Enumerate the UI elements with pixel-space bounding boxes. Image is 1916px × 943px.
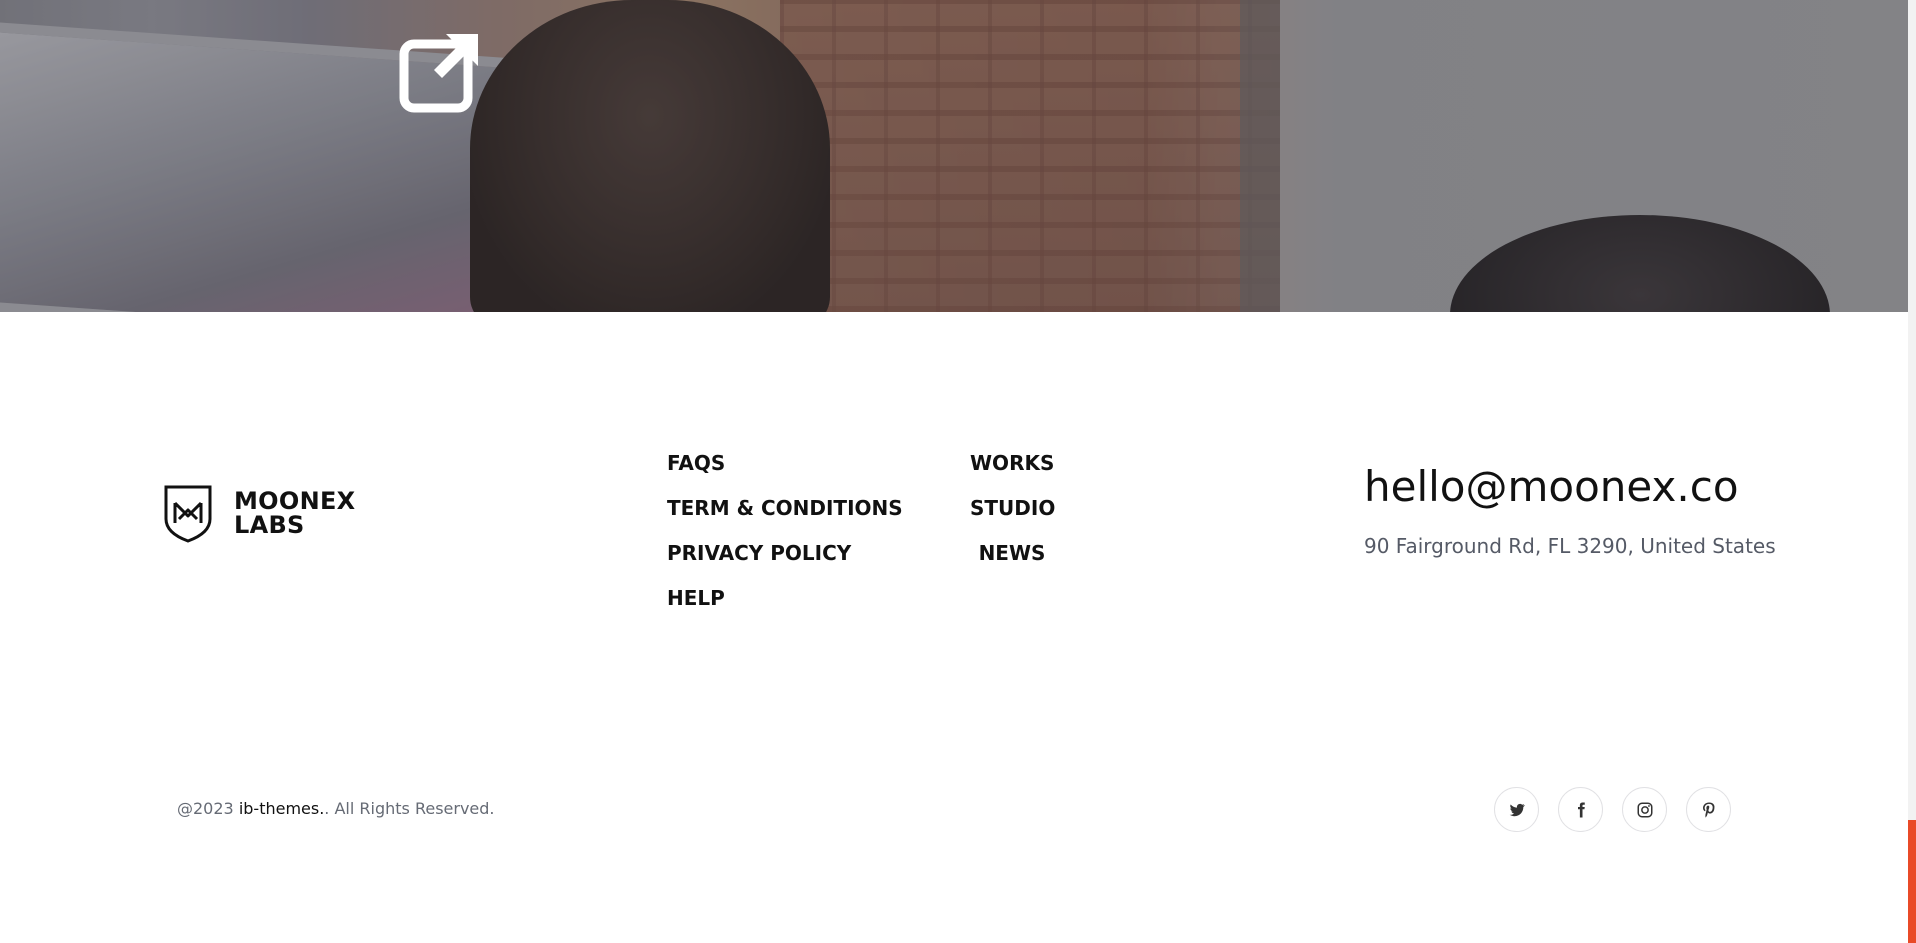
footer: [0, 312, 1908, 943]
copyright-brand-link[interactable]: ib-themes.: [239, 799, 324, 818]
link-faqs[interactable]: FAQS: [667, 448, 903, 493]
link-studio[interactable]: STUDIO: [970, 493, 1055, 538]
footer-logo[interactable]: MOONEX LABS: [162, 483, 355, 543]
contact-block: hello@moonex.co 90 Fairground Rd, FL 329…: [1364, 462, 1776, 558]
link-help[interactable]: HELP: [667, 583, 903, 628]
contact-address: 90 Fairground Rd, FL 3290, United States: [1364, 534, 1776, 558]
copyright-suffix: . All Rights Reserved.: [324, 799, 495, 818]
hero-overlay: [0, 0, 1908, 312]
twitter-icon: [1509, 803, 1525, 816]
facebook-button[interactable]: [1558, 787, 1603, 832]
social-links: [1494, 787, 1731, 832]
instagram-icon: [1637, 802, 1652, 817]
scrollbar-thumb[interactable]: [1908, 820, 1916, 943]
logo-line-1: MOONEX: [234, 487, 356, 515]
instagram-button[interactable]: [1622, 787, 1667, 832]
footer-nav-col-2: WORKS STUDIO NEWS: [970, 448, 1055, 583]
copyright: @2023 ib-themes.. All Rights Reserved.: [177, 799, 495, 818]
link-works[interactable]: WORKS: [970, 448, 1054, 493]
link-terms[interactable]: TERM & CONDITIONS: [667, 493, 903, 538]
pinterest-icon: [1702, 802, 1714, 817]
copyright-prefix: @2023: [177, 799, 239, 818]
contact-email[interactable]: hello@moonex.co: [1364, 462, 1776, 512]
shield-m-logo-icon: [164, 485, 212, 543]
footer-nav-col-1: FAQS TERM & CONDITIONS PRIVACY POLICY HE…: [667, 448, 903, 628]
logo-line-2: LABS: [234, 511, 305, 539]
link-privacy-policy[interactable]: PRIVACY POLICY: [667, 538, 903, 583]
logo-text: MOONEX LABS: [234, 489, 355, 537]
link-news[interactable]: NEWS: [970, 538, 1054, 583]
pinterest-button[interactable]: [1686, 787, 1731, 832]
facebook-icon: [1577, 802, 1585, 817]
hero-image: [0, 0, 1908, 312]
external-link-icon[interactable]: [398, 28, 484, 114]
scrollbar[interactable]: [1908, 0, 1916, 943]
page: MOONEX LABS FAQS TERM & CONDITIONS PRIVA…: [0, 0, 1916, 943]
twitter-button[interactable]: [1494, 787, 1539, 832]
